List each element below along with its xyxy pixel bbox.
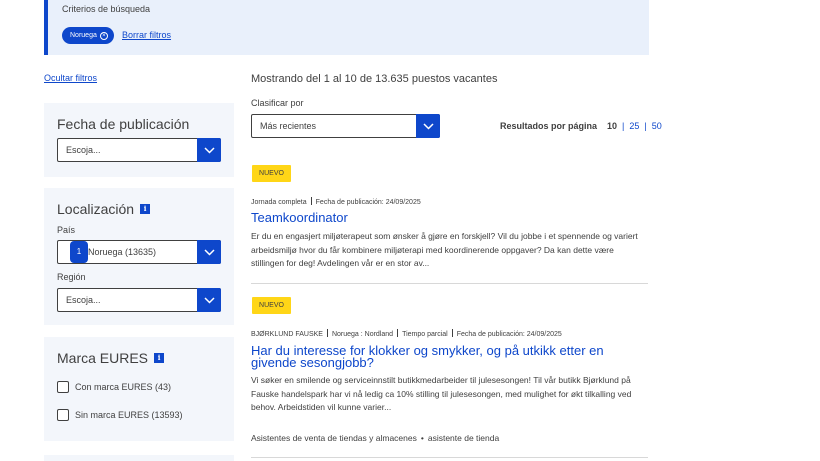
per-page-option-25[interactable]: 25: [629, 121, 639, 131]
filter-chip-norway[interactable]: Noruega ×: [62, 27, 114, 44]
selected-count-badge: 1: [70, 241, 88, 263]
select-value: Noruega (13635): [88, 247, 157, 257]
info-icon[interactable]: i: [140, 204, 151, 214]
close-icon[interactable]: ×: [99, 31, 108, 40]
info-icon[interactable]: i: [154, 353, 165, 363]
job-meta-item: Fecha de publicación: 24/09/2025: [315, 199, 421, 206]
occupation-item: Asistentes de venta de tiendas y almacen…: [251, 433, 417, 443]
checkbox[interactable]: [57, 409, 69, 421]
job-meta: BJØRKLUND FAUSKE Noruega : Nordland Tiempo…: [251, 329, 562, 338]
checkbox-without-eures[interactable]: Sin marca EURES (13593): [57, 409, 183, 421]
region-select[interactable]: Escoja...: [57, 288, 221, 312]
per-page-option-50[interactable]: 50: [652, 121, 662, 131]
job-meta-item: BJØRKLUND FAUSKE: [251, 331, 323, 338]
panel-title: Marca EURES i: [57, 350, 165, 366]
clear-filters-link[interactable]: Borrar filtros: [122, 30, 171, 40]
divider: [251, 283, 648, 284]
country-select[interactable]: 1 Noruega (13635): [57, 240, 221, 264]
separator: |: [644, 121, 647, 131]
filter-panel-location: Localización i País 1 Noruega (13635) Re…: [44, 188, 234, 325]
job-description: Vi søker en smilende og serviceinnstilt …: [251, 375, 632, 412]
chip-label: Noruega: [70, 32, 97, 39]
separator-dot: •: [420, 433, 424, 443]
panel-title: Localización i: [57, 201, 151, 217]
chevron-down-icon[interactable]: [197, 240, 221, 264]
panel-title-text: Localización: [57, 201, 135, 217]
select-value: Escoja...: [66, 295, 101, 305]
sort-label: Clasificar por: [251, 98, 304, 108]
checkbox-label: Sin marca EURES (13593): [75, 410, 183, 420]
publication-date-select[interactable]: Escoja...: [57, 138, 221, 162]
results-summary: Mostrando del 1 al 10 de 13.635 puestos …: [251, 73, 498, 85]
search-criteria-bar: Criterios de búsqueda Noruega × Borrar f…: [44, 0, 649, 55]
per-page-option-10[interactable]: 10: [607, 121, 617, 131]
results-per-page: Resultados por página 10 | 25 | 50: [500, 121, 662, 131]
occupation-item: asistente de tienda: [427, 433, 500, 443]
panel-title-text: Marca EURES: [57, 350, 149, 366]
filter-panel-eures-mark: Marca EURES i Con marca EURES (43) Sin m…: [44, 337, 234, 441]
checkbox[interactable]: [57, 381, 69, 393]
job-occupations: Asistentes de venta de tiendas y almacen…: [251, 433, 499, 443]
job-meta-item: Fecha de publicación: 24/09/2025: [456, 331, 562, 338]
new-badge: NUEVO: [252, 297, 291, 314]
per-page-label: Resultados por página: [500, 121, 598, 131]
hide-filters-link[interactable]: Ocultar filtros: [44, 73, 97, 83]
select-value: Más recientes: [260, 121, 317, 131]
filter-panel-publication-date: Fecha de publicación Escoja...: [44, 103, 234, 177]
divider: [251, 457, 648, 458]
job-title-link[interactable]: Teamkoordinator: [251, 211, 348, 224]
job-meta: Jornada completa Fecha de publicación: 24…: [251, 197, 421, 206]
criteria-title: Criterios de búsqueda: [62, 4, 151, 14]
chevron-down-icon[interactable]: [416, 114, 440, 138]
filter-panel-next: [44, 455, 234, 461]
checkbox-label: Con marca EURES (43): [75, 382, 172, 392]
separator: |: [622, 121, 625, 131]
chevron-down-icon[interactable]: [197, 138, 221, 162]
region-label: Región: [57, 272, 86, 282]
job-description: Er du en engasjert miljøterapeut som øns…: [251, 231, 638, 268]
country-label: País: [57, 225, 76, 235]
new-badge: NUEVO: [252, 165, 291, 182]
chevron-down-icon[interactable]: [197, 288, 221, 312]
job-title-link[interactable]: Har du interesse for klokker og smykker,…: [251, 344, 646, 369]
panel-title: Fecha de publicación: [57, 116, 190, 132]
job-meta-item: Jornada completa: [251, 199, 307, 206]
select-value: Escoja...: [66, 145, 101, 155]
checkbox-with-eures[interactable]: Con marca EURES (43): [57, 381, 171, 393]
job-meta-item: Tiempo parcial: [402, 331, 448, 338]
sort-select[interactable]: Más recientes: [251, 114, 440, 138]
job-meta-item: Noruega : Nordland: [331, 331, 394, 338]
